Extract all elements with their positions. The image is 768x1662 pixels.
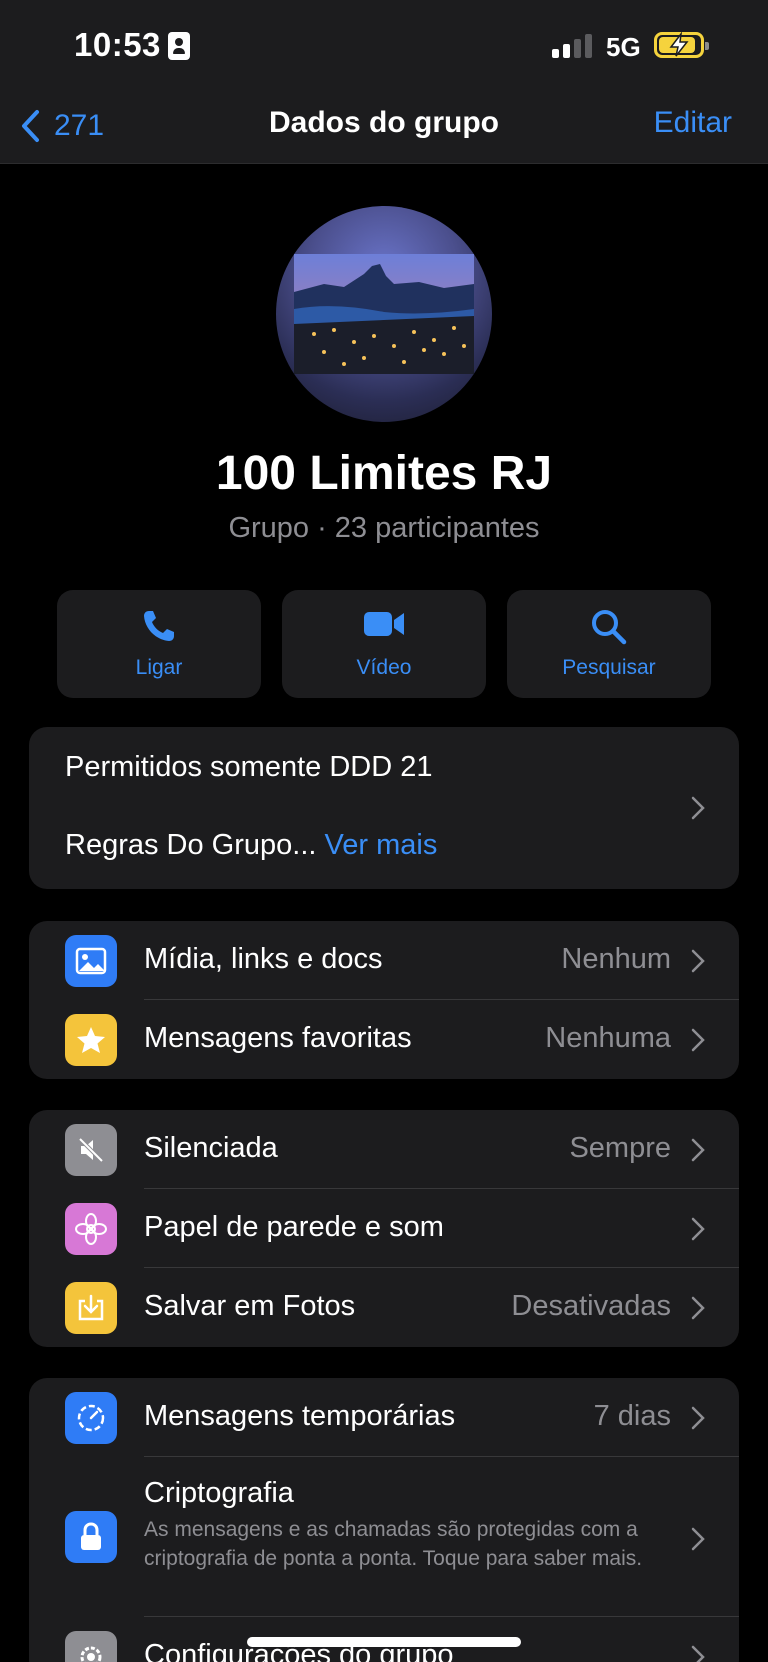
chevron-right-icon <box>691 949 705 973</box>
chevron-right-icon <box>691 1406 705 1430</box>
row-value: Desativadas <box>511 1290 671 1322</box>
star-icon <box>65 1014 117 1066</box>
call-button[interactable]: Ligar <box>57 590 261 698</box>
settings-section: Silenciada Sempre Papel de parede e som … <box>29 1110 739 1347</box>
row-label: Criptografia <box>144 1477 294 1509</box>
group-avatar[interactable] <box>276 206 492 422</box>
description-line2: Regras Do Grupo... Ver mais <box>65 829 437 862</box>
navigation-bar: 271 Dados do grupo Editar <box>0 92 768 164</box>
save-to-photos-row[interactable]: Salvar em Fotos Desativadas <box>29 1268 739 1347</box>
lock-icon <box>65 1511 117 1563</box>
phone-icon <box>144 611 174 641</box>
starred-messages-row[interactable]: Mensagens favoritas Nenhuma <box>29 1000 739 1079</box>
row-value: 7 dias <box>593 1400 671 1432</box>
photo-icon <box>65 935 117 987</box>
description-rules: Regras Do Grupo... <box>65 829 317 861</box>
contact-card-icon <box>168 32 190 60</box>
row-value: Nenhum <box>561 943 671 975</box>
group-description[interactable]: Permitidos somente DDD 21 Regras Do Grup… <box>29 727 739 889</box>
media-links-docs-row[interactable]: Mídia, links e docs Nenhum <box>29 921 739 1000</box>
home-indicator[interactable] <box>247 1637 521 1647</box>
group-name: 100 Limites RJ <box>215 447 553 500</box>
encryption-row[interactable]: Criptografia As mensagens e as chamadas … <box>29 1457 739 1617</box>
row-label: Mensagens temporárias <box>144 1400 456 1432</box>
search-button[interactable]: Pesquisar <box>507 590 711 698</box>
search-label: Pesquisar <box>562 656 656 679</box>
action-buttons: Ligar Vídeo Pesquisar <box>57 590 711 698</box>
row-value: Sempre <box>569 1132 671 1164</box>
row-label: Papel de parede e som <box>144 1211 444 1243</box>
row-label: Mídia, links e docs <box>144 943 383 975</box>
privacy-section: Mensagens temporárias 7 dias Criptografi… <box>29 1378 739 1662</box>
chevron-right-icon <box>691 1296 705 1320</box>
chevron-right-icon <box>691 1217 705 1241</box>
chevron-right-icon <box>691 1028 705 1052</box>
call-label: Ligar <box>135 656 183 679</box>
row-label: Salvar em Fotos <box>144 1290 356 1322</box>
video-icon <box>364 612 404 636</box>
description-line1: Permitidos somente DDD 21 <box>65 751 433 783</box>
chevron-right-icon <box>691 1645 705 1662</box>
chevron-right-icon <box>691 1138 705 1162</box>
video-button[interactable]: Vídeo <box>282 590 486 698</box>
flower-icon <box>65 1203 117 1255</box>
chevron-right-icon <box>691 1527 705 1551</box>
muted-row[interactable]: Silenciada Sempre <box>29 1110 739 1189</box>
media-section: Mídia, links e docs Nenhum Mensagens fav… <box>29 921 739 1079</box>
group-photo <box>294 254 474 374</box>
row-value: Nenhuma <box>545 1022 671 1054</box>
status-time: 10:53 <box>74 26 161 63</box>
wallpaper-sound-row[interactable]: Papel de parede e som <box>29 1189 739 1268</box>
encryption-description: As mensagens e as chamadas são protegida… <box>144 1518 643 1570</box>
row-label: Silenciada <box>144 1132 278 1164</box>
gear-icon <box>65 1631 117 1662</box>
temporary-messages-row[interactable]: Mensagens temporárias 7 dias <box>29 1378 739 1457</box>
save-download-icon <box>65 1282 117 1334</box>
timer-icon <box>65 1392 117 1444</box>
search-icon <box>592 610 627 645</box>
signal-icon <box>552 34 594 58</box>
chevron-right-icon <box>691 796 705 820</box>
row-label: Mensagens favoritas <box>144 1022 412 1054</box>
edit-button[interactable]: Editar <box>654 106 732 140</box>
battery-charging-icon <box>654 32 709 58</box>
status-bar: 10:53 5G <box>0 0 768 92</box>
see-more-link[interactable]: Ver mais <box>325 829 438 861</box>
mute-icon <box>65 1124 117 1176</box>
video-label: Vídeo <box>356 656 412 679</box>
network-label: 5G <box>606 32 641 62</box>
group-subtitle: Grupo · 23 participantes <box>228 512 540 544</box>
